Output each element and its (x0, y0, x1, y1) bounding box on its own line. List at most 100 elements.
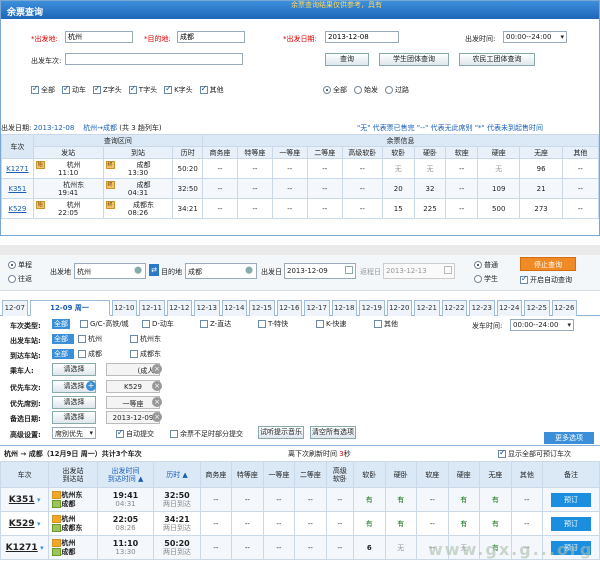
radio-student[interactable] (474, 275, 482, 283)
train-input[interactable] (65, 53, 243, 65)
date-tab-12-24[interactable]: 12-24 (496, 300, 522, 316)
more-options-button[interactable]: 更多选项 (544, 432, 594, 444)
query-button[interactable]: 查询 (325, 53, 369, 66)
b-return-input[interactable]: 2013-12-13 (383, 263, 455, 279)
type-filter-4[interactable]: K字头 (164, 84, 193, 95)
show-all-checkbox[interactable] (498, 448, 506, 458)
worker-query-button[interactable]: 农民工团体查询 (459, 53, 535, 66)
from_station-option-1[interactable]: 杭州 (78, 334, 130, 344)
date-tab-12-25[interactable]: 12-25 (524, 300, 550, 316)
auto-submit-toggle[interactable]: 自动提交 (116, 428, 154, 439)
station-filter-0[interactable]: 全部 (323, 85, 347, 95)
type-checkbox[interactable] (31, 84, 39, 94)
date-tab-12-22[interactable]: 12-22 (441, 300, 467, 316)
add-icon[interactable]: + (86, 381, 96, 391)
from_station-option-0[interactable]: 全部 (52, 334, 74, 344)
radio-normal[interactable] (474, 261, 482, 269)
b-train-link[interactable]: K529 (9, 519, 35, 529)
pri-seat-select-button[interactable]: 请选择 (52, 396, 96, 409)
type-option-1[interactable]: D-动车 (142, 319, 200, 329)
date-tab-12-26[interactable]: 12-26 (551, 300, 577, 316)
remove-icon[interactable]: × (152, 412, 162, 422)
b-from-input[interactable]: 杭州 ⬤ (74, 263, 146, 279)
date-tab-12-10[interactable]: 12-10 (111, 300, 137, 316)
partial-submit-checkbox[interactable] (170, 430, 178, 438)
date-tab-12-18[interactable]: 12-18 (331, 300, 357, 316)
type-filter-2[interactable]: Z字头 (93, 84, 122, 95)
auto-query-checkbox[interactable] (520, 274, 528, 284)
station-radio[interactable] (385, 86, 393, 94)
type-filter-5[interactable]: 其他 (199, 84, 224, 95)
type-option-2[interactable]: Z-直达 (200, 319, 258, 329)
type-all[interactable]: 全部 (52, 319, 70, 329)
from-input[interactable] (65, 31, 133, 43)
date-tab-12-21[interactable]: 12-21 (414, 300, 440, 316)
student-query-button[interactable]: 学生团体查询 (379, 53, 449, 66)
type-option-checkbox[interactable] (80, 320, 88, 328)
type-option-checkbox[interactable] (374, 320, 382, 328)
b-train-link[interactable]: K351 (9, 495, 35, 505)
type-checkbox[interactable] (164, 84, 173, 94)
to-input[interactable] (177, 31, 245, 43)
b-train-cell[interactable]: K351 ▾ (0, 487, 50, 512)
type-option-checkbox[interactable] (142, 320, 150, 328)
clear-options-button[interactable]: 清空所有选项 (310, 426, 356, 439)
date-tab-12-12[interactable]: 12-12 (166, 300, 192, 316)
time-select[interactable]: 00:00--24:00 ▾ (503, 31, 567, 43)
b-train-link[interactable]: K1271 (6, 543, 38, 553)
from_station-checkbox[interactable] (130, 335, 138, 343)
show-all-toggle[interactable]: 显示全部可预订车次 (498, 448, 571, 459)
auto-submit-checkbox[interactable] (116, 428, 124, 438)
b-train-cell[interactable]: K1271 ▾ (0, 535, 50, 560)
station-filter-1[interactable]: 始发 (354, 85, 378, 95)
type-option-checkbox[interactable] (258, 320, 266, 328)
sort-up-icon[interactable]: ▲ (136, 475, 143, 483)
station-radio[interactable] (323, 86, 331, 94)
type-checkbox[interactable] (128, 84, 137, 94)
type-checkbox[interactable] (199, 84, 208, 94)
b-train-cell[interactable]: K529 ▾ (0, 511, 50, 536)
date-tab-12-15[interactable]: 12-15 (249, 300, 275, 316)
chevron-down-icon[interactable]: ▾ (38, 544, 44, 552)
passenger-select-button[interactable]: 请选择 (52, 363, 96, 376)
station-filter-2[interactable]: 过路 (385, 85, 409, 95)
type-checkbox[interactable] (62, 84, 70, 94)
station-radio[interactable] (354, 86, 362, 94)
from_station-option-2[interactable]: 杭州东 (130, 334, 182, 344)
depart-time-select[interactable]: 00:00--24:00 ▾ (510, 319, 574, 331)
train-link[interactable]: K1271 (1, 158, 34, 179)
from_station-checkbox[interactable] (78, 335, 86, 343)
train-link[interactable]: K529 (1, 198, 34, 219)
date-tab-12-19[interactable]: 12-19 (359, 300, 385, 316)
type-option-0[interactable]: G/C-高铁/城 (80, 319, 142, 329)
to_station-option-0[interactable]: 全部 (52, 349, 74, 359)
ticket-student[interactable]: 学生 (474, 274, 498, 284)
type-checkbox[interactable] (93, 84, 101, 94)
type-option-4[interactable]: K-快速 (316, 319, 374, 329)
date-tab-12-09 周一[interactable]: 12-09 周一 (29, 300, 110, 316)
type-filter-1[interactable]: 动车 (62, 84, 86, 95)
b-date-input[interactable]: 2013-12-09 (284, 263, 356, 279)
date-tab-12-11[interactable]: 12-11 (139, 300, 165, 316)
adv-select[interactable]: 席别优先 ▾ (52, 427, 96, 439)
b-to-input[interactable]: 成都 ⬤ (185, 263, 257, 279)
stop-query-button[interactable]: 停止查询 (520, 257, 576, 271)
book-button[interactable]: 预订 (551, 492, 592, 507)
book-button[interactable]: 预订 (551, 516, 592, 531)
to_station-checkbox[interactable] (130, 350, 138, 358)
date-tab-12-23[interactable]: 12-23 (469, 300, 495, 316)
remove-icon[interactable]: × (152, 397, 162, 407)
swap-icon[interactable]: ⇄ (149, 264, 159, 276)
date-tab-12-07[interactable]: 12-07 (2, 300, 28, 316)
date-tab-12-17[interactable]: 12-17 (304, 300, 330, 316)
test-music-button[interactable]: 试听提示音乐 (258, 426, 304, 439)
b-head-col[interactable]: 历时 ▲ (153, 461, 201, 488)
type-option-checkbox[interactable] (200, 320, 208, 328)
date-tab-12-13[interactable]: 12-13 (194, 300, 220, 316)
auto-query-toggle[interactable]: 开启自动查询 (520, 274, 572, 285)
date-tab-12-20[interactable]: 12-20 (386, 300, 412, 316)
remove-icon[interactable]: × (152, 364, 162, 374)
to_station-option-2[interactable]: 成都东 (130, 349, 182, 359)
type-option-checkbox[interactable] (316, 320, 324, 328)
type-filter-3[interactable]: T字头 (128, 84, 157, 95)
